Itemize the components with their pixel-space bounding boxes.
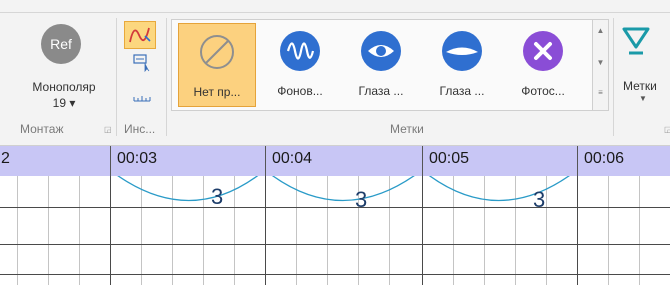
chevron-down-icon: ▼ <box>639 94 647 103</box>
marker-item-label: Глаза ... <box>358 84 404 98</box>
gallery-expand-icon[interactable]: ≡ <box>593 88 608 97</box>
eye-closed-icon <box>442 31 482 71</box>
markers-dropdown-button[interactable]: Метки ▼ <box>616 21 670 111</box>
cursor-tool-button[interactable] <box>131 52 151 73</box>
time-tick <box>422 146 423 176</box>
group-divider <box>166 18 167 136</box>
marker-item-eyes-closed[interactable]: Глаза ... <box>423 23 501 107</box>
montage-dialog-launcher-icon[interactable]: ◲ <box>104 125 112 134</box>
time-label: 00:05 <box>429 150 470 167</box>
markers-dialog-launcher-icon[interactable]: ◲ <box>664 125 670 134</box>
wave-icon <box>280 31 320 71</box>
gallery-scroll-down-icon[interactable]: ▼ <box>593 58 608 67</box>
signal-grid <box>0 176 670 285</box>
photo-stimulation-icon <box>523 31 563 71</box>
signal-wave-icon <box>129 27 151 43</box>
marker-triangle-icon <box>622 27 650 55</box>
gallery-scroll: ▲ ▼ ≡ <box>593 19 609 111</box>
signal-tool-button[interactable] <box>124 21 156 49</box>
ribbon: Ref Монополяр 19 ▾ Монтаж ◲ Инс... Нет п… <box>0 0 670 146</box>
reference-button[interactable]: Ref <box>41 24 81 64</box>
markers-gallery: Нет пр... Фонов... Глаза ... Глаза ... Ф… <box>171 19 593 111</box>
signal-trace <box>117 176 570 202</box>
ruler-icon <box>133 96 151 102</box>
time-tick <box>265 146 266 176</box>
time-label: 00:06 <box>584 150 625 167</box>
time-tick <box>110 146 111 176</box>
eye-open-icon <box>361 31 401 71</box>
marker-item-none[interactable]: Нет пр... <box>178 23 256 107</box>
ruler-tool-button[interactable] <box>132 91 152 103</box>
marker-item-label: Фонов... <box>277 84 323 98</box>
signal-view[interactable]: 3 3 3 <box>0 176 670 285</box>
marker-item-background[interactable]: Фонов... <box>261 23 339 107</box>
none-icon <box>197 32 237 72</box>
event-marker-label[interactable]: 3 <box>533 187 545 213</box>
tools-group-label: Инс... <box>124 122 156 136</box>
time-label: 00:03 <box>117 150 158 167</box>
gallery-scroll-up-icon[interactable]: ▲ <box>593 26 608 35</box>
event-marker-label[interactable]: 3 <box>211 184 223 210</box>
event-marker-label[interactable]: 3 <box>355 187 367 213</box>
time-ruler: 2 00:03 00:04 00:05 00:06 <box>0 146 670 176</box>
montage-group-label: Монтаж <box>20 122 64 136</box>
marker-item-eyes-open[interactable]: Глаза ... <box>342 23 420 107</box>
time-label: 00:04 <box>272 150 313 167</box>
montage-selector-label[interactable]: Монополяр <box>18 80 110 94</box>
group-divider <box>116 18 117 136</box>
markers-button-label: Метки <box>623 79 657 93</box>
marker-item-photostimulation[interactable]: Фотос... <box>504 23 582 107</box>
cursor-range-icon <box>133 54 150 73</box>
ribbon-top-border <box>0 12 670 13</box>
marker-item-label: Глаза ... <box>439 84 485 98</box>
time-tick <box>577 146 578 176</box>
montage-selector-value[interactable]: 19 ▾ <box>18 96 110 110</box>
time-label-partial: 2 <box>1 150 10 167</box>
marker-item-label: Нет пр... <box>193 85 241 99</box>
group-divider <box>613 18 614 136</box>
marker-item-label: Фотос... <box>521 84 565 98</box>
markers-group-label: Метки <box>390 122 424 136</box>
